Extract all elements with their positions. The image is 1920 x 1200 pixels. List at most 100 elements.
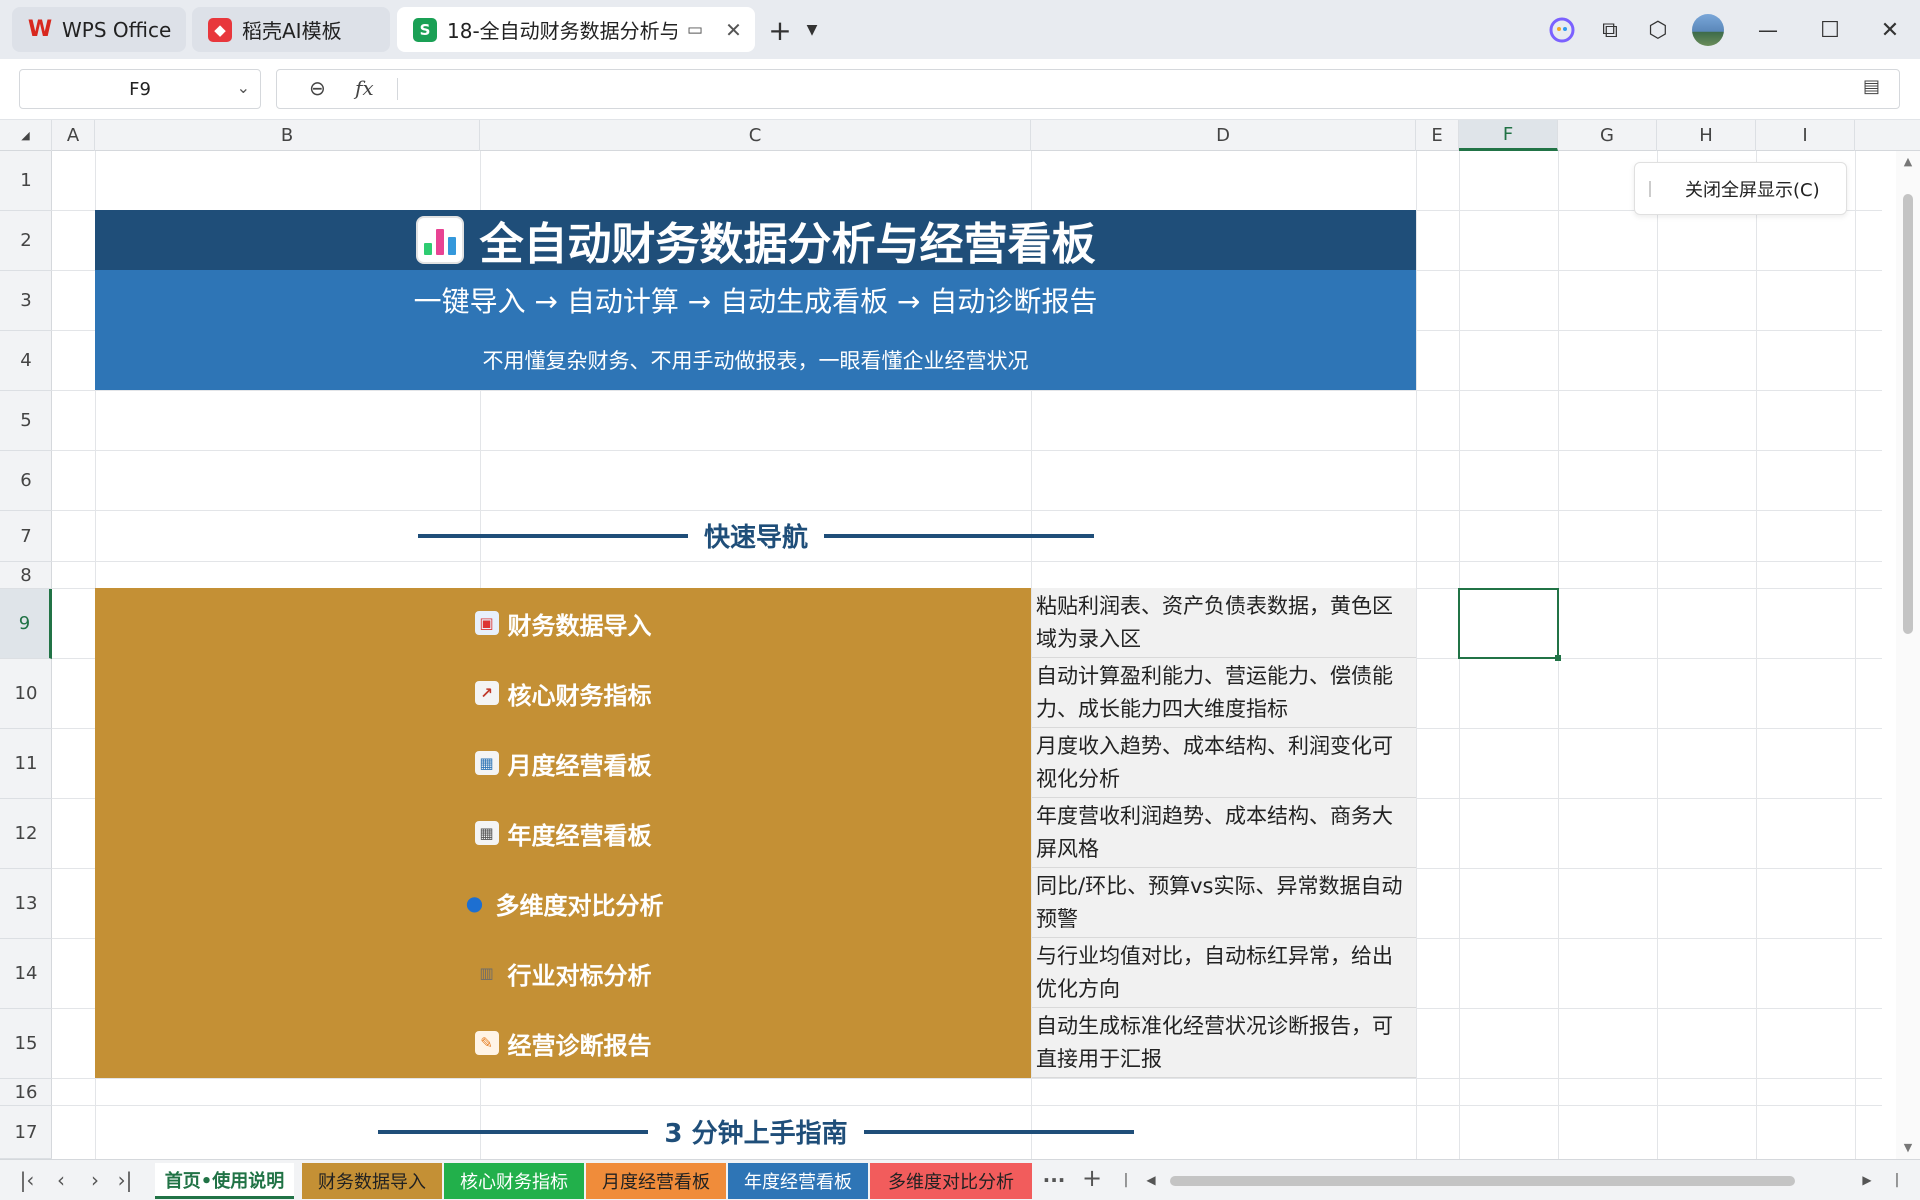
row-header-11[interactable]: 11 — [0, 729, 52, 799]
active-cell-selection[interactable] — [1458, 588, 1561, 661]
column-header-a[interactable]: A — [52, 120, 95, 151]
sheet-tab-home[interactable]: 首页•使用说明 — [155, 1163, 294, 1199]
chevron-down-icon[interactable]: ⌄ — [237, 78, 250, 97]
column-header-g[interactable]: G — [1558, 120, 1657, 151]
vertical-scrollbar[interactable]: ▲ ▼ — [1896, 151, 1920, 1159]
row-header-1[interactable]: 1 — [0, 151, 52, 211]
nav-link-industry-benchmark[interactable]: ▥ 行业对标分析 — [95, 938, 1031, 1008]
scroll-up-icon[interactable]: ▲ — [1896, 155, 1920, 168]
column-header-c[interactable]: C — [480, 120, 1031, 151]
nav-link-annual-dashboard[interactable]: ▦ 年度经营看板 — [95, 798, 1031, 868]
cube-icon[interactable]: ⬡ — [1638, 10, 1678, 50]
nav-link-data-import[interactable]: ▣ 财务数据导入 — [95, 588, 1031, 658]
nav-link-label: 月度经营看板 — [507, 751, 652, 780]
next-sheet-icon[interactable]: › — [84, 1168, 106, 1192]
calendar-icon: ▦ — [474, 751, 499, 775]
column-header-b[interactable]: B — [95, 120, 480, 151]
row-header-9[interactable]: 9 — [0, 589, 52, 659]
sheet-tab-data-import[interactable]: 财务数据导入 — [302, 1163, 442, 1199]
row-header-6[interactable]: 6 — [0, 451, 52, 511]
banner-subtitle-cell[interactable]: 一键导入 → 自动计算 → 自动生成看板 → 自动诊断报告 不用懂复杂财务、不用… — [95, 270, 1416, 390]
close-tab-icon[interactable]: ✕ — [725, 18, 742, 42]
column-header-e[interactable]: E — [1416, 120, 1459, 151]
row-header-7[interactable]: 7 — [0, 511, 52, 562]
nav-description[interactable]: 粘贴利润表、资产负债表数据，黄色区域为录入区 — [1032, 588, 1416, 658]
row-header-8[interactable]: 8 — [0, 562, 52, 589]
tab-wps-office[interactable]: W WPS Office — [12, 7, 186, 52]
select-all-corner[interactable]: ◢ — [0, 120, 52, 151]
expand-formula-icon[interactable]: ▤ — [1863, 76, 1880, 97]
scroll-right-icon[interactable]: ▶ — [1856, 1173, 1878, 1187]
scroll-down-icon[interactable]: ▼ — [1896, 1141, 1920, 1154]
column-header-h[interactable]: H — [1657, 120, 1756, 151]
ai-assistant-icon[interactable] — [1542, 10, 1582, 50]
sheet-tab-annual-dashboard[interactable]: 年度经营看板 — [728, 1163, 868, 1199]
column-header-f[interactable]: F — [1459, 120, 1558, 151]
spreadsheet-s-icon: S — [413, 17, 437, 42]
row-header-15[interactable]: 15 — [0, 1009, 52, 1079]
column-header-d[interactable]: D — [1031, 120, 1416, 151]
nav-description[interactable]: 同比/环比、预算vs实际、异常数据自动预警 — [1032, 868, 1416, 938]
row-header: 1 2 3 4 5 6 7 8 9 10 11 12 13 14 15 16 1… — [0, 151, 52, 1159]
drag-handle[interactable] — [1649, 180, 1651, 197]
quick-nav-block: ▣ 财务数据导入 ↗ 核心财务指标 ▦ 月度经营看板 ▦ 年度经营看板 ● 多维… — [95, 588, 1031, 1078]
nav-link-label: 核心财务指标 — [507, 681, 652, 710]
tab-docer-templates[interactable]: ◆ 稻壳AI模板 — [192, 7, 390, 52]
row-header-14[interactable]: 14 — [0, 939, 52, 1009]
scroll-left-icon[interactable]: ◀ — [1140, 1173, 1162, 1187]
gridline — [52, 1078, 1882, 1079]
more-sheets-icon[interactable]: ··· — [1042, 1168, 1066, 1192]
formula-bar: F9 ⌄ ⊖ fx ▤ — [0, 59, 1920, 120]
divider: | — [1894, 1172, 1900, 1188]
first-sheet-icon[interactable]: |‹ — [16, 1168, 38, 1192]
bar-chart-icon — [415, 216, 464, 264]
nav-description[interactable]: 自动生成标准化经营状况诊断报告，可直接用于汇报 — [1032, 1008, 1416, 1078]
add-sheet-icon[interactable]: + — [1080, 1164, 1104, 1192]
formula-input[interactable]: ⊖ fx ▤ — [276, 69, 1900, 109]
row-header-13[interactable]: 13 — [0, 869, 52, 939]
nav-link-diagnosis-report[interactable]: ✎ 经营诊断报告 — [95, 1008, 1031, 1078]
column-header-i[interactable]: I — [1756, 120, 1855, 151]
dashboard-title: 全自动财务数据分析与经营看板 — [479, 219, 1096, 270]
horizontal-scroll-thumb[interactable] — [1170, 1176, 1795, 1186]
row-header-10[interactable]: 10 — [0, 659, 52, 729]
nav-link-multi-dimension[interactable]: ● 多维度对比分析 — [95, 868, 1031, 938]
prev-sheet-icon[interactable]: ‹ — [50, 1168, 72, 1192]
row-header-4[interactable]: 4 — [0, 331, 52, 391]
sheet-tab-multi-dimension[interactable]: 多维度对比分析 — [870, 1163, 1032, 1199]
tab-list-chevron-icon[interactable]: ▼ — [792, 10, 832, 50]
close-fullscreen-button[interactable]: 关闭全屏显示(C) — [1634, 162, 1847, 215]
nav-link-monthly-dashboard[interactable]: ▦ 月度经营看板 — [95, 728, 1031, 798]
row-header-12[interactable]: 12 — [0, 799, 52, 869]
scroll-thumb[interactable] — [1903, 194, 1913, 634]
tab-current-workbook[interactable]: S 18-全自动财务数据分析与经 ▭ ✕ — [397, 7, 755, 52]
nav-link-core-metrics[interactable]: ↗ 核心财务指标 — [95, 658, 1031, 728]
wps-logo-icon: W — [27, 17, 53, 42]
quick-nav-heading: 快速导航 — [412, 510, 1100, 561]
minimize-icon[interactable]: — — [1748, 10, 1788, 50]
avatar[interactable] — [1688, 10, 1728, 50]
nav-description[interactable]: 月度收入趋势、成本结构、利润变化可视化分析 — [1032, 728, 1416, 798]
gridline — [52, 450, 1882, 451]
maximize-icon[interactable]: ☐ — [1810, 10, 1850, 50]
row-header-2[interactable]: 2 — [0, 211, 52, 271]
row-header-16[interactable]: 16 — [0, 1079, 52, 1106]
nav-description[interactable]: 与行业均值对比，自动标红异常，给出优化方向 — [1032, 938, 1416, 1008]
function-fx-icon[interactable]: fx — [355, 76, 374, 100]
section-title: 快速导航 — [703, 523, 808, 553]
name-box[interactable]: F9 ⌄ — [19, 69, 261, 109]
banner-title-cell[interactable]: 全自动财务数据分析与经营看板 — [95, 210, 1416, 270]
last-sheet-icon[interactable]: ›| — [114, 1168, 136, 1192]
monitor-icon: ▭ — [687, 19, 704, 40]
sheet-tab-core-metrics[interactable]: 核心财务指标 — [444, 1163, 584, 1199]
row-header-5[interactable]: 5 — [0, 391, 52, 451]
nav-description[interactable]: 年度营收利润趋势、成本结构、商务大屏风格 — [1032, 798, 1416, 868]
row-header-3[interactable]: 3 — [0, 271, 52, 331]
spreadsheet-grid[interactable]: ◢ A B C D E F G H I 1 2 3 4 5 6 7 8 9 10… — [0, 120, 1920, 1159]
sheet-tab-monthly-dashboard[interactable]: 月度经营看板 — [586, 1163, 726, 1199]
close-window-icon[interactable]: ✕ — [1870, 10, 1910, 50]
zoom-icon[interactable]: ⊖ — [309, 76, 326, 100]
row-header-17[interactable]: 17 — [0, 1106, 52, 1159]
nav-description[interactable]: 自动计算盈利能力、营运能力、偿债能力、成长能力四大维度指标 — [1032, 658, 1416, 728]
window-layout-icon[interactable]: ⧉ — [1590, 10, 1630, 50]
